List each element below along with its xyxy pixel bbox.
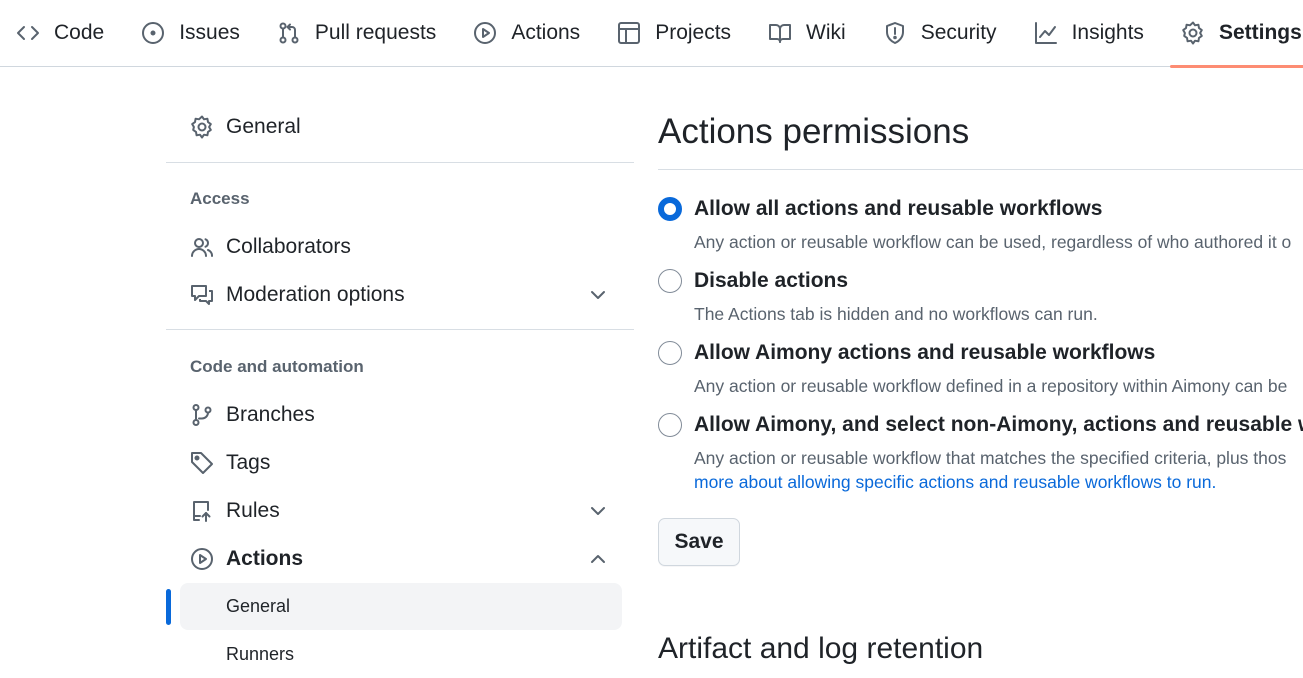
book-icon: [768, 21, 792, 45]
option-label[interactable]: Allow Aimony actions and reusable workfl…: [694, 341, 1155, 365]
sidebar-item-general[interactable]: General: [166, 103, 622, 151]
tab-label: Settings: [1218, 21, 1302, 44]
tab-pull-requests[interactable]: Pull requests: [277, 0, 436, 67]
chevron-up-icon[interactable]: [586, 547, 610, 571]
title-divider: [658, 169, 1303, 170]
sidebar-subitem-actions-general[interactable]: General: [180, 583, 622, 630]
tab-label: Security: [920, 21, 997, 44]
sidebar-item-rules[interactable]: Rules: [166, 487, 622, 535]
sidebar-subitem-label: Runners: [226, 644, 295, 664]
learn-more-link[interactable]: more about allowing specific actions and…: [694, 472, 1216, 493]
chevron-down-icon[interactable]: [586, 499, 610, 523]
option-description: Any action or reusable workflow that mat…: [694, 448, 1287, 468]
tag-icon: [190, 451, 214, 475]
comment-discussion-icon: [190, 283, 214, 307]
sidebar-subitem-label: General: [226, 596, 291, 616]
option-description: The Actions tab is hidden and no workflo…: [694, 304, 1098, 324]
sidebar-item-label: Actions: [226, 547, 304, 570]
sidebar-heading-code-automation: Code and automation: [190, 357, 364, 376]
radio-disable-actions[interactable]: [658, 269, 682, 293]
section-title-artifact-retention: Artifact and log retention: [658, 632, 984, 665]
option-description: Any action or reusable workflow can be u…: [694, 232, 1292, 252]
gear-icon: [1181, 21, 1205, 45]
option-label[interactable]: Allow all actions and reusable workflows: [694, 197, 1102, 221]
tab-actions[interactable]: Actions: [473, 0, 580, 67]
sidebar-item-collaborators[interactable]: Collaborators: [166, 223, 622, 271]
tab-security[interactable]: Security: [883, 0, 997, 67]
option-label[interactable]: Disable actions: [694, 269, 848, 293]
sidebar-item-actions[interactable]: Actions: [166, 535, 622, 583]
git-pull-request-icon: [277, 21, 301, 45]
tab-insights[interactable]: Insights: [1034, 0, 1144, 67]
tab-label: Actions: [511, 21, 581, 44]
sidebar-divider: [166, 162, 634, 163]
sidebar-item-label: Branches: [226, 403, 315, 426]
issue-opened-icon: [141, 21, 165, 45]
tab-label: Insights: [1071, 21, 1144, 44]
people-icon: [190, 235, 214, 259]
tab-issues[interactable]: Issues: [141, 0, 240, 67]
sidebar-item-label: Moderation options: [226, 283, 405, 306]
gear-icon: [190, 115, 214, 139]
radio-allow-org-actions[interactable]: [658, 341, 682, 365]
tab-projects[interactable]: Projects: [617, 0, 731, 67]
repo-push-icon: [190, 499, 214, 523]
active-item-marker: [166, 589, 171, 625]
sidebar-item-label: Rules: [226, 499, 280, 522]
tab-label: Code: [54, 21, 105, 44]
tab-label: Pull requests: [314, 21, 437, 44]
graph-icon: [1034, 21, 1058, 45]
sidebar-item-label: General: [226, 115, 301, 138]
sidebar-item-label: Collaborators: [226, 235, 351, 258]
sidebar-divider: [166, 329, 634, 330]
tab-code[interactable]: Code: [16, 0, 104, 67]
shield-icon: [883, 21, 907, 45]
chevron-down-icon[interactable]: [586, 283, 610, 307]
repo-tab-nav: Code Issues Pull requests Actions Projec…: [0, 0, 1303, 68]
tab-label: Wiki: [806, 21, 846, 44]
radio-allow-select-actions[interactable]: [658, 413, 682, 437]
page-title: Actions permissions: [658, 112, 970, 151]
table-icon: [617, 21, 641, 45]
play-icon: [473, 21, 497, 45]
sidebar-item-tags[interactable]: Tags: [166, 439, 622, 487]
save-button[interactable]: Save: [658, 518, 740, 566]
sidebar-item-label: Tags: [226, 451, 271, 474]
sidebar-item-moderation-options[interactable]: Moderation options: [166, 271, 622, 319]
play-icon: [190, 547, 214, 571]
code-icon: [16, 21, 40, 45]
radio-allow-all[interactable]: [658, 197, 682, 221]
git-branch-icon: [190, 403, 214, 427]
tab-wiki[interactable]: Wiki: [768, 0, 846, 67]
sidebar-heading-access: Access: [190, 189, 250, 208]
tab-label: Projects: [655, 21, 732, 44]
option-label[interactable]: Allow Aimony, and select non-Aimony, act…: [694, 413, 1303, 437]
tab-label: Issues: [179, 21, 240, 44]
tab-settings[interactable]: Settings: [1169, 0, 1303, 68]
option-description: Any action or reusable workflow defined …: [694, 376, 1288, 396]
sidebar-item-branches[interactable]: Branches: [166, 391, 622, 439]
